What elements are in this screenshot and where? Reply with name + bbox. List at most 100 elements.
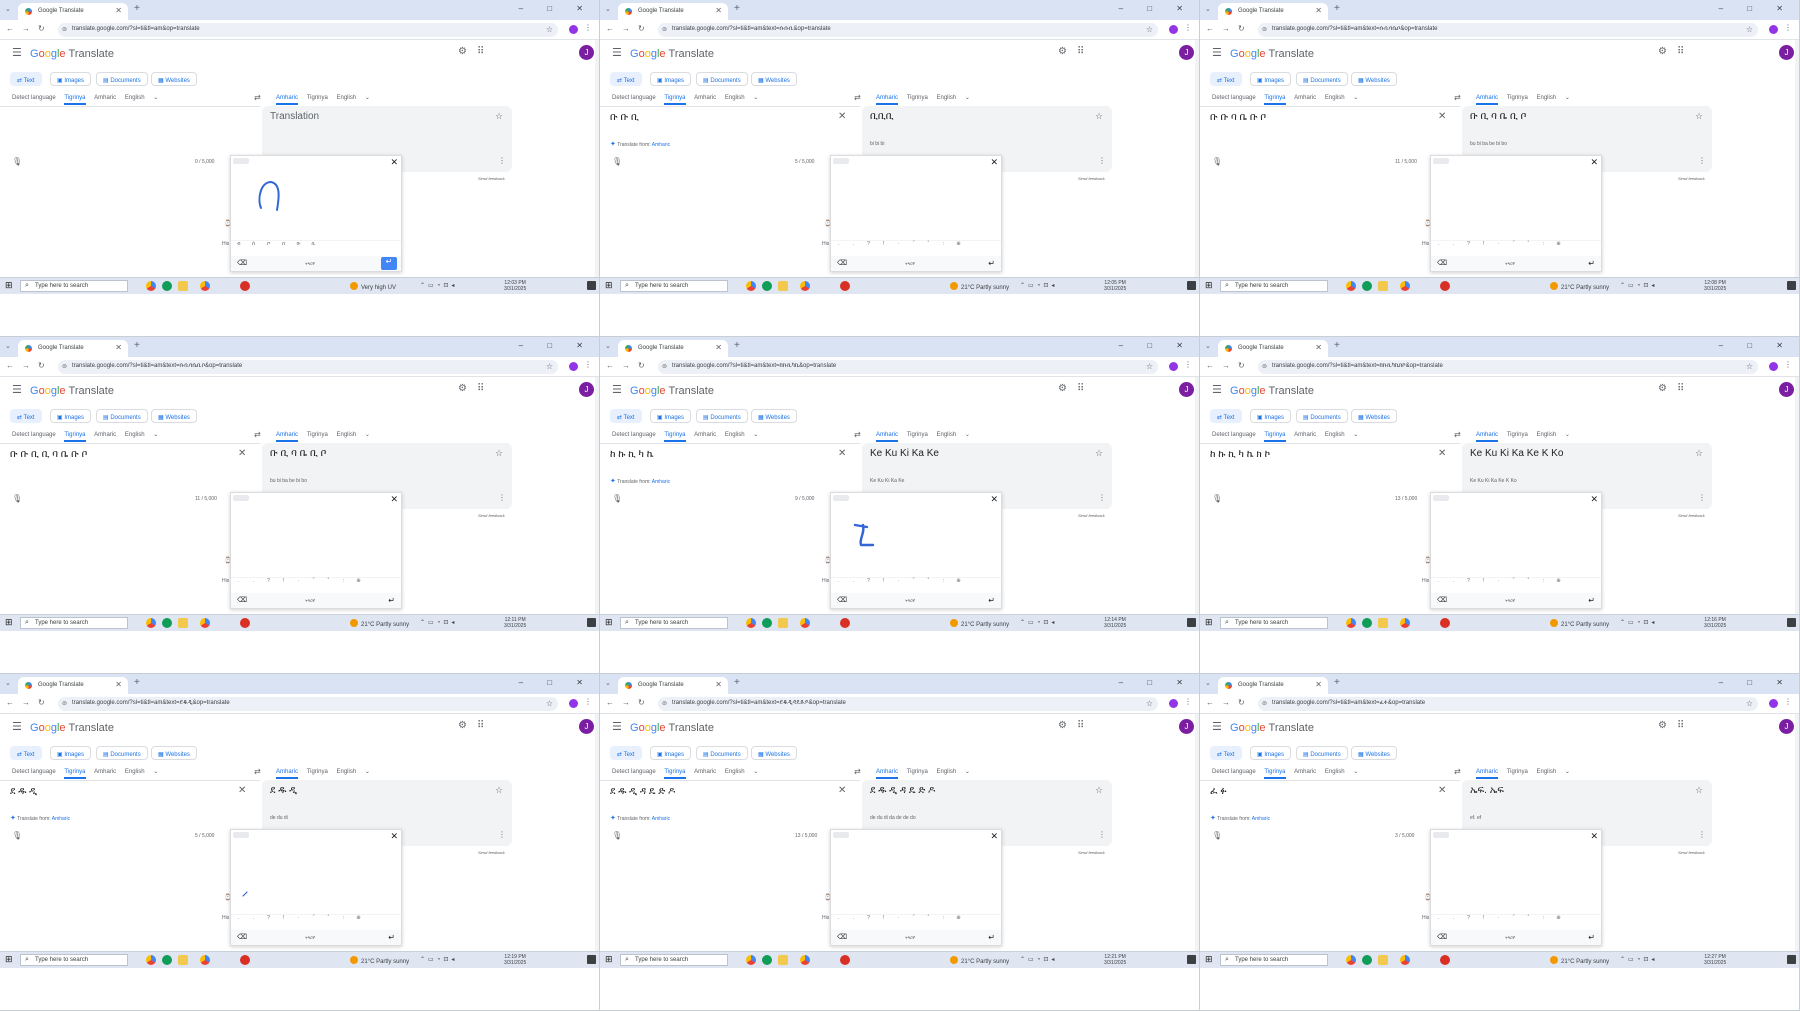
notification-icon[interactable] [1787,955,1796,964]
taskbar-search-input[interactable]: ⌕ Type here to search [20,954,128,966]
apps-grid-icon[interactable]: ⠿ [1677,46,1684,57]
browser-tab[interactable]: Google Translate ✕ [618,340,728,357]
candidate-key[interactable]: : [1536,578,1551,584]
translate-from-hint[interactable]: ✦ Translate from: Amharic [610,140,670,148]
target-lang-english[interactable]: English [1536,432,1556,438]
close-tab-icon[interactable]: ✕ [1315,343,1322,352]
source-lang-amharic[interactable]: Amharic [94,95,116,101]
source-lang-chevron-down-icon[interactable]: ⌄ [1353,94,1358,101]
new-tab-button[interactable]: + [734,340,740,351]
candidate-key[interactable]: . [831,915,846,921]
keyboard-drag-handle[interactable] [233,158,249,164]
tab-text[interactable]: ⇄ Text [610,409,642,423]
bookmark-star-icon[interactable]: ☆ [1746,25,1753,34]
candidate-key[interactable]: . [1446,578,1461,584]
source-lang-english[interactable]: English [725,432,745,438]
nav-buttons-icon[interactable]: ←→↻ [6,361,53,370]
save-translation-star-icon[interactable]: ☆ [495,785,503,796]
history-label[interactable]: His [222,241,229,247]
backspace-icon[interactable]: ⌫ [837,596,847,604]
source-text-area[interactable]: ደ ዱ ዲ ዳ ዴ ድ ዶ ✕ ✦ Translate from: Amhari… [600,780,860,846]
clear-source-icon[interactable]: ✕ [1438,785,1446,796]
candidate-key[interactable]: ቢ [306,241,321,247]
browser-menu-icon[interactable]: ⋮ [1784,360,1792,369]
settings-gear-icon[interactable]: ⚙ [1658,46,1667,57]
backspace-icon[interactable]: ⌫ [837,933,847,941]
page-scrollbar[interactable] [1795,714,1799,951]
tab-search-icon[interactable]: ⌄ [1205,342,1211,350]
target-lang-english[interactable]: English [1536,95,1556,101]
url-input[interactable]: ⊜ translate.google.com/?sl=ti&tl=am&text… [658,23,1158,37]
tab-websites[interactable]: ▦ Websites [751,72,797,86]
google-translate-logo[interactable]: Google Translate [30,385,114,397]
more-options-icon[interactable]: ⋮ [1698,156,1706,165]
source-lang-tigrinya[interactable]: Tigrinya [1264,432,1286,442]
target-lang-english[interactable]: English [336,95,356,101]
tab-search-icon[interactable]: ⌄ [605,342,611,350]
url-input[interactable]: ⊜ translate.google.com/?sl=ti&tl=am&text… [1258,697,1758,711]
tab-images[interactable]: ▣ Images [1250,746,1292,760]
keyboard-close-icon[interactable]: ✕ [1590,831,1598,842]
keyboard-close-icon[interactable]: ✕ [990,831,998,842]
target-lang-tigrinya[interactable]: Tigrinya [307,769,328,775]
window-controls[interactable]: – □ ✕ [519,678,594,687]
send-feedback-link[interactable]: Send feedback [1678,850,1705,855]
candidate-key[interactable]: · [291,915,306,921]
tab-documents[interactable]: ▤ Documents [96,409,148,423]
target-lang-tigrinya[interactable]: Tigrinya [1507,769,1528,775]
edge-taskbar-icon[interactable] [762,281,772,291]
notification-icon[interactable] [1787,618,1796,627]
google-translate-logo[interactable]: Google Translate [630,722,714,734]
chrome-active-taskbar-icon[interactable] [1400,281,1410,291]
keyboard-drag-handle[interactable] [833,832,849,838]
new-tab-button[interactable]: + [1334,677,1340,688]
source-lang-tigrinya[interactable]: Tigrinya [64,769,86,779]
url-input[interactable]: ⊜ translate.google.com/?sl=ti&tl=am&op=t… [58,23,558,37]
target-lang-amharic[interactable]: Amharic [276,769,299,779]
candidate-key[interactable]: ⊕ [1551,578,1566,584]
system-tray-icons[interactable]: ⌃▭◔⊡◂ [420,619,457,626]
apps-grid-icon[interactable]: ⠿ [1077,46,1084,57]
tab-websites[interactable]: ▦ Websites [751,409,797,423]
tab-documents[interactable]: ▤ Documents [696,409,748,423]
nav-buttons-icon[interactable]: ←→↻ [6,24,53,33]
candidate-key[interactable]: ቡ [291,241,306,247]
hamburger-menu-icon[interactable]: ☰ [612,383,622,396]
target-lang-english[interactable]: English [1536,769,1556,775]
site-info-icon[interactable]: ⊜ [62,26,67,33]
chrome-active-taskbar-icon[interactable] [200,618,210,628]
hamburger-menu-icon[interactable]: ☰ [1212,46,1222,59]
target-lang-chevron-down-icon[interactable]: ⌄ [1565,94,1570,101]
profile-icon[interactable] [569,699,578,708]
page-scrollbar[interactable] [1795,40,1799,277]
candidate-key[interactable]: ˝ [306,578,321,584]
target-lang-amharic[interactable]: Amharic [1476,769,1499,779]
candidate-key[interactable]: . [1446,241,1461,247]
page-scrollbar[interactable] [595,714,599,951]
space-key[interactable]: ትግርኛ [1455,598,1565,604]
candidate-key[interactable]: ! [276,915,291,921]
swap-languages-icon[interactable]: ⇄ [1454,93,1461,102]
backspace-icon[interactable]: ⌫ [237,596,247,604]
tab-images[interactable]: ▣ Images [50,72,92,86]
system-tray-icons[interactable]: ⌃▭◔⊡◂ [1620,956,1657,963]
swap-languages-icon[interactable]: ⇄ [254,93,261,102]
source-lang-amharic[interactable]: Amharic [694,769,716,775]
candidate-key[interactable]: ˚ [921,915,936,921]
candidate-key[interactable]: ˝ [906,578,921,584]
send-feedback-link[interactable]: Send feedback [1678,513,1705,518]
microphone-icon[interactable]: 🎙 [612,831,622,840]
source-lang-tigrinya[interactable]: Tigrinya [664,95,686,105]
target-lang-chevron-down-icon[interactable]: ⌄ [365,768,370,775]
tab-websites[interactable]: ▦ Websites [1351,746,1397,760]
system-tray-icons[interactable]: ⌃▭◔⊡◂ [420,282,457,289]
weather-widget[interactable]: 21°C Partly sunny [350,619,409,628]
google-translate-logo[interactable]: Google Translate [630,48,714,60]
swap-languages-icon[interactable]: ⇄ [854,767,861,776]
source-lang-tigrinya[interactable]: Tigrinya [1264,95,1286,105]
source-lang-english[interactable]: English [125,432,145,438]
source-lang-chevron-down-icon[interactable]: ⌄ [153,768,158,775]
source-lang-amharic[interactable]: Amharic [94,432,116,438]
taskbar-clock[interactable]: 12:16 PM 3/31/2025 [1704,617,1726,629]
browser-tab[interactable]: Google Translate ✕ [1218,340,1328,357]
